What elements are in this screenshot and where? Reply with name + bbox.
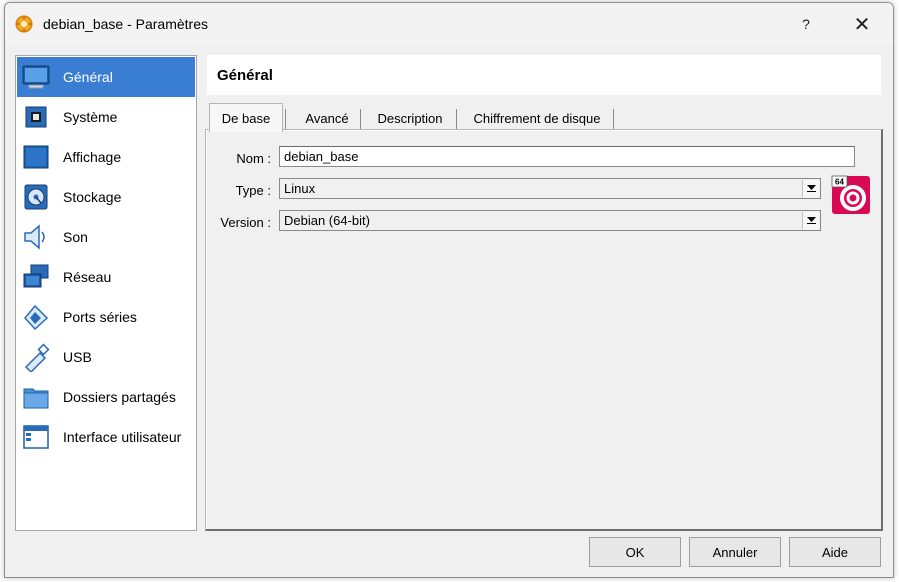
virtualbox-app-icon xyxy=(15,15,33,33)
settings-sidebar: Général Système Affichage Stockage Son R… xyxy=(15,55,197,531)
tab-label: Chiffrement de disque xyxy=(473,110,601,126)
settings-dialog: debian_base - Paramètres ? ✕ Général Sys… xyxy=(4,2,894,578)
sidebar-item-serial-ports[interactable]: Ports séries xyxy=(17,297,195,337)
type-select[interactable]: Linux xyxy=(279,178,821,199)
sidebar-item-label: Système xyxy=(63,109,118,125)
sidebar-item-label: Son xyxy=(63,229,88,245)
type-label: Type : xyxy=(235,183,271,198)
tab-separator xyxy=(613,109,614,129)
sidebar-item-label: USB xyxy=(63,349,92,365)
section-title: Général xyxy=(217,66,273,84)
chevron-down-icon[interactable] xyxy=(802,212,819,229)
sidebar-item-system[interactable]: Système xyxy=(17,97,195,137)
tab-basic[interactable]: De base xyxy=(209,103,283,132)
usb-icon xyxy=(24,343,50,372)
tab-separator xyxy=(285,109,286,129)
sidebar-item-label: Dossiers partagés xyxy=(63,389,176,405)
version-label: Version : xyxy=(220,215,271,230)
name-label: Nom : xyxy=(236,151,271,166)
sidebar-item-label: Ports séries xyxy=(63,309,137,325)
tab-separator xyxy=(360,109,361,129)
monitor-icon xyxy=(23,145,49,169)
chevron-down-icon[interactable] xyxy=(802,180,819,197)
tab-panel-basic: Nom : debian_base Type : Linux Version :… xyxy=(205,129,883,531)
sidebar-item-label: Stockage xyxy=(63,189,122,205)
tab-label: Avancé xyxy=(305,110,349,126)
chip-icon xyxy=(25,106,47,128)
section-header: Général xyxy=(207,55,881,95)
serial-port-icon xyxy=(24,304,49,331)
sidebar-item-label: Interface utilisateur xyxy=(63,429,182,445)
version-select[interactable]: Debian (64-bit) xyxy=(279,210,821,231)
disk-icon xyxy=(24,184,48,210)
cancel-button[interactable]: Annuler xyxy=(689,537,781,567)
sidebar-item-general[interactable]: Général xyxy=(17,57,195,97)
sidebar-item-label: Affichage xyxy=(63,149,122,165)
os-64-badge: 64 xyxy=(835,178,844,187)
ui-window-icon xyxy=(23,425,49,449)
debian-os-icon: 64 xyxy=(831,175,870,214)
sidebar-item-user-interface[interactable]: Interface utilisateur xyxy=(17,417,195,457)
sidebar-item-sound[interactable]: Son xyxy=(17,217,195,257)
tab-label: Description xyxy=(377,110,443,126)
tab-disk-encryption[interactable]: Chiffrement de disque xyxy=(461,105,613,131)
sidebar-item-shared-folders[interactable]: Dossiers partagés xyxy=(17,377,195,417)
sidebar-item-label: Général xyxy=(63,69,113,85)
sidebar-item-usb[interactable]: USB xyxy=(17,337,195,377)
tab-label: De base xyxy=(221,110,271,126)
ok-button[interactable]: OK xyxy=(589,537,681,567)
sidebar-item-display[interactable]: Affichage xyxy=(17,137,195,177)
title-bar: debian_base - Paramètres ? ✕ xyxy=(5,3,893,45)
tab-advanced[interactable]: Avancé xyxy=(291,105,363,131)
tab-description[interactable]: Description xyxy=(365,105,455,131)
type-selected-value: Linux xyxy=(284,181,316,196)
help-title-button[interactable]: ? xyxy=(783,3,829,45)
general-icon xyxy=(22,65,50,89)
help-button[interactable]: Aide xyxy=(789,537,881,567)
close-button[interactable]: ✕ xyxy=(839,3,885,45)
folder-icon xyxy=(23,388,49,409)
window-title: debian_base - Paramètres xyxy=(43,16,208,32)
sidebar-item-storage[interactable]: Stockage xyxy=(17,177,195,217)
tab-separator xyxy=(456,109,457,129)
name-field[interactable]: debian_base xyxy=(279,146,855,167)
speaker-icon xyxy=(24,224,45,250)
tab-content: Nom : debian_base Type : Linux Version :… xyxy=(207,131,881,529)
network-icon xyxy=(23,264,49,288)
sidebar-item-network[interactable]: Réseau xyxy=(17,257,195,297)
version-selected-value: Debian (64-bit) xyxy=(284,213,370,228)
sidebar-item-label: Réseau xyxy=(63,269,112,285)
